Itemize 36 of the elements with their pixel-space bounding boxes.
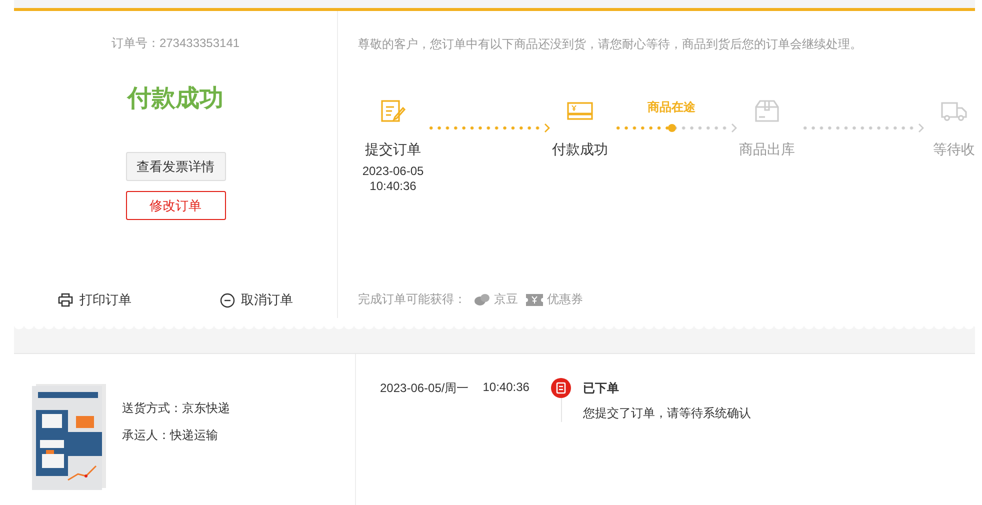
truck-icon bbox=[941, 99, 967, 123]
carrier: 承运人：快递运输 bbox=[122, 427, 219, 444]
step-label: 付款成功 bbox=[552, 141, 608, 159]
modify-order-button[interactable]: 修改订单 bbox=[126, 191, 226, 220]
shipping-method: 送货方式：京东快递 bbox=[122, 400, 230, 417]
order-number: 订单号：273433353141 bbox=[111, 35, 240, 52]
notice-text: 尊敬的客户，您订单中有以下商品还没到货，请您耐心等待，商品到货后您的订单会继续处理。 bbox=[358, 36, 863, 53]
printer-icon bbox=[58, 293, 74, 307]
card-icon bbox=[567, 99, 593, 123]
order-status: 付款成功 bbox=[128, 84, 224, 114]
form-icon bbox=[380, 99, 406, 123]
print-order-link[interactable]: 打印订单 bbox=[14, 291, 176, 309]
rewards-label: 完成订单可能获得： bbox=[358, 291, 466, 308]
chevron-icon bbox=[731, 123, 737, 133]
cancel-order-link[interactable]: 取消订单 bbox=[176, 291, 337, 309]
clipboard-icon bbox=[551, 378, 571, 398]
coupon-icon bbox=[526, 294, 543, 306]
tracking-date: 2023-06-05/周一 bbox=[380, 380, 469, 397]
step-label: 提交订单 bbox=[365, 141, 421, 159]
invoice-button[interactable]: 查看发票详情 bbox=[126, 152, 226, 181]
transit-label: 商品在途 bbox=[648, 99, 696, 116]
step-time: 10:40:36 bbox=[370, 179, 416, 193]
tracking-title: 已下单 bbox=[583, 380, 620, 397]
tracking-description: 您提交了订单，请等待系统确认 bbox=[583, 405, 751, 422]
step-date: 2023-06-05 bbox=[362, 164, 424, 178]
minus-circle-icon bbox=[220, 292, 235, 308]
reward-label: 优惠券 bbox=[547, 291, 583, 308]
chevron-icon bbox=[544, 123, 550, 133]
chevron-icon bbox=[918, 123, 924, 133]
box-icon bbox=[754, 99, 780, 123]
progress-marker bbox=[668, 124, 676, 132]
bean-icon bbox=[474, 293, 490, 306]
reward-label: 京豆 bbox=[494, 291, 518, 308]
step-label: 等待收 bbox=[933, 141, 975, 159]
tracking-time: 10:40:36 bbox=[482, 380, 530, 396]
step-label: 商品出库 bbox=[739, 141, 795, 159]
